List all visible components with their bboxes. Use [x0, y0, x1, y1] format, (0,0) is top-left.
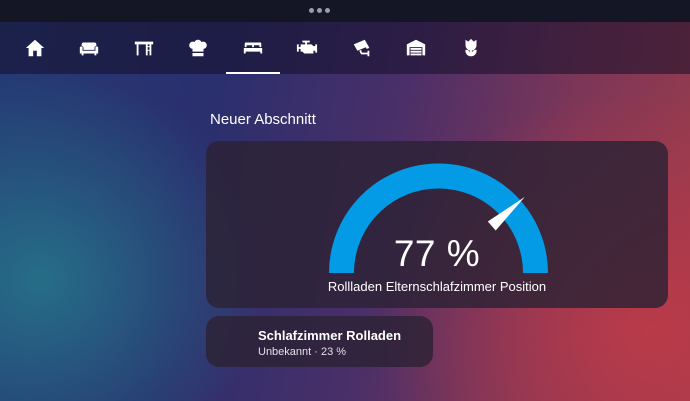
- section-title: Neuer Abschnitt: [210, 111, 316, 128]
- entity-name: Schlafzimmer Rolladen: [258, 328, 402, 343]
- gauge-value: 77 %: [393, 233, 481, 274]
- chef-hat-icon: [189, 39, 207, 57]
- tab-home[interactable]: [13, 22, 57, 74]
- tab-bedroom[interactable]: [226, 22, 280, 74]
- engine-icon: [296, 40, 318, 54]
- tab-garden[interactable]: [449, 22, 493, 74]
- flower-icon: [465, 38, 477, 57]
- bed-icon: [243, 42, 263, 54]
- tab-living-room[interactable]: [67, 22, 111, 74]
- view-tabs: [0, 22, 690, 74]
- garage-icon: [406, 39, 426, 56]
- entity-card[interactable]: Schlafzimmer Rolladen Unbekannt · 23 %: [206, 316, 433, 367]
- tab-office[interactable]: [122, 22, 166, 74]
- more-dots-icon[interactable]: [309, 8, 330, 13]
- tab-garage[interactable]: [394, 22, 438, 74]
- sofa-icon: [79, 42, 99, 56]
- tab-security[interactable]: [340, 22, 384, 74]
- gauge-label: Rollladen Elternschlafzimmer Position: [327, 279, 547, 294]
- top-bar: [0, 0, 690, 22]
- desk-icon: [134, 41, 154, 56]
- cctv-icon: [353, 39, 370, 57]
- tab-engine[interactable]: [285, 22, 329, 74]
- home-icon: [25, 39, 45, 57]
- entity-state: Unbekannt · 23 %: [258, 346, 347, 358]
- tab-kitchen[interactable]: [176, 22, 220, 74]
- gauge-card[interactable]: 77 % Rollladen Elternschlafzimmer Positi…: [206, 141, 668, 308]
